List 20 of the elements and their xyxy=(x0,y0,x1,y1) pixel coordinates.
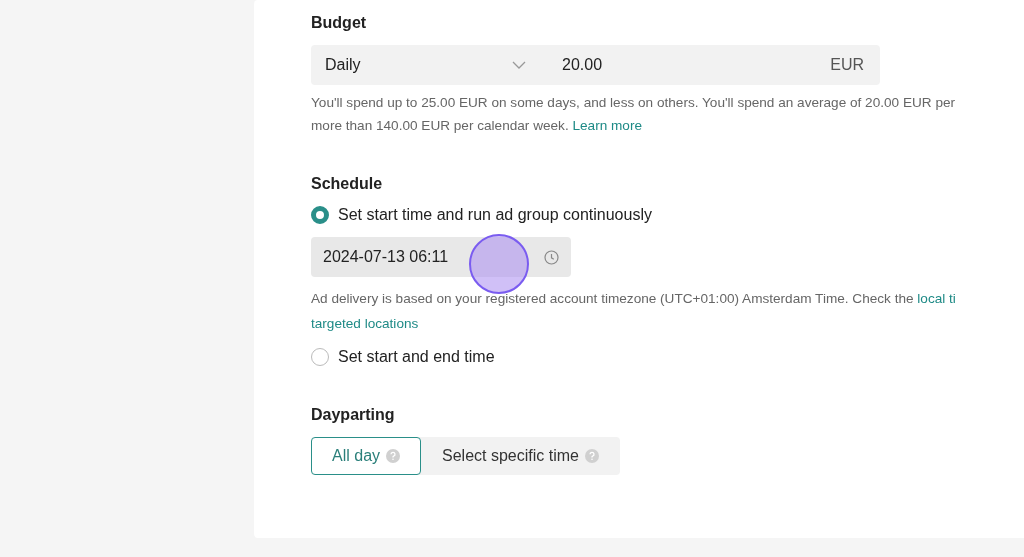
section-heading: Schedule xyxy=(311,175,384,193)
targeted-locations-link[interactable]: targeted locations xyxy=(311,316,419,331)
start-time-field[interactable]: 2024-07-13 06:11 xyxy=(311,237,571,277)
budget-amount-field[interactable]: 20.00 EUR xyxy=(540,45,880,85)
budget-help-text: You'll spend up to 25.00 EUR on some days, and less on others. You'll spend an average of 20.00 EUR per more than 140.00 EUR per calendar week. Learn more xyxy=(311,94,957,135)
help-icon xyxy=(386,449,401,463)
clock-icon xyxy=(544,249,559,265)
radio-option[interactable]: Set start and end time xyxy=(311,348,1024,366)
radio-option[interactable]: Set start time and run ad group continuously xyxy=(311,206,1024,224)
local-time-link[interactable]: local ti xyxy=(917,291,956,306)
cursor-highlight xyxy=(469,234,529,294)
dayparting-tab[interactable]: All day xyxy=(311,437,422,475)
timezone-note: Ad delivery is based on your registered account timezone (UTC+01:00) Amsterdam Time. Check the local ti targeted locations xyxy=(311,290,957,333)
budget-type-select[interactable]: Daily xyxy=(311,45,540,85)
learn-more-link[interactable]: Learn more xyxy=(572,118,642,133)
chevron-down-icon xyxy=(512,61,526,69)
section-heading: Dayparting xyxy=(311,406,396,424)
section-heading: Budget xyxy=(311,14,368,32)
help-icon xyxy=(584,449,599,463)
dayparting-tab[interactable]: Select specific time xyxy=(421,437,620,475)
